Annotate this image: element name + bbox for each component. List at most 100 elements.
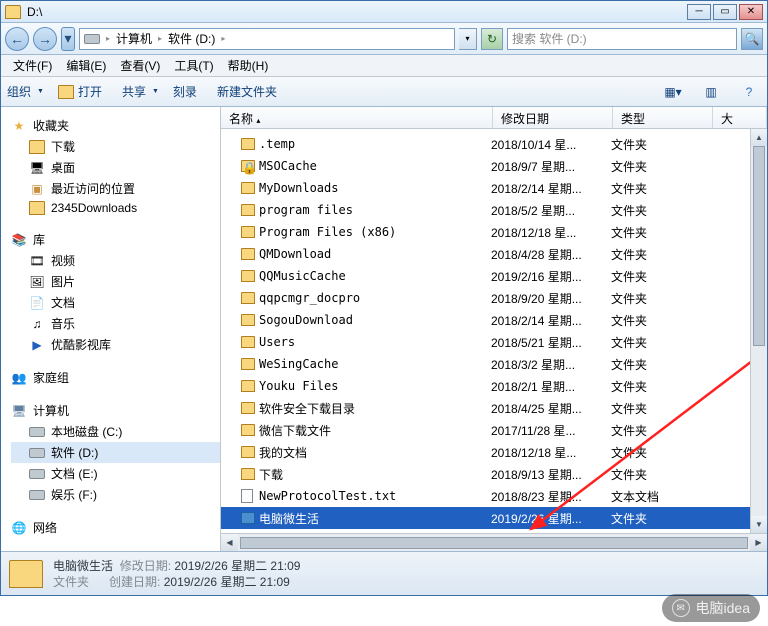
scroll-thumb[interactable] bbox=[753, 146, 765, 346]
folder-icon bbox=[241, 248, 255, 260]
view-mode-button[interactable]: ▦▾ bbox=[661, 82, 685, 102]
status-mod-value: 2019/2/26 星期二 21:09 bbox=[174, 559, 300, 573]
file-row[interactable]: MyDownloads2018/2/14 星期...文件夹 bbox=[221, 177, 767, 199]
col-size[interactable]: 大 bbox=[713, 107, 767, 128]
file-row[interactable]: Users2018/5/21 星期...文件夹 bbox=[221, 331, 767, 353]
folder-icon bbox=[241, 446, 255, 458]
sidebar-computer[interactable]: 🖥计算机 bbox=[11, 400, 220, 421]
vertical-scrollbar[interactable]: ▲ ▼ bbox=[750, 129, 767, 533]
scroll-up-button[interactable]: ▲ bbox=[751, 129, 767, 146]
sidebar-item-drive-e[interactable]: 文档 (E:) bbox=[11, 463, 220, 484]
star-icon: ★ bbox=[11, 119, 27, 133]
menu-file[interactable]: 文件(F) bbox=[7, 55, 58, 76]
col-name[interactable]: 名称 ▴ bbox=[221, 107, 493, 128]
history-dropdown[interactable]: ▾ bbox=[61, 27, 75, 51]
search-button[interactable]: 🔍 bbox=[741, 28, 763, 50]
file-date: 2018/4/25 星期... bbox=[491, 400, 611, 417]
address-dropdown[interactable]: ▾ bbox=[459, 28, 477, 50]
menu-view[interactable]: 查看(V) bbox=[114, 55, 166, 76]
refresh-button[interactable]: ↻ bbox=[481, 28, 503, 50]
breadcrumb-current[interactable]: 软件 (D:) bbox=[168, 30, 215, 47]
minimize-button[interactable]: ─ bbox=[687, 4, 711, 20]
sidebar-item-video[interactable]: 🎞视频 bbox=[11, 250, 220, 271]
file-name: 电脑微生活 bbox=[259, 510, 491, 527]
file-type: 文件夹 bbox=[611, 444, 711, 461]
file-row[interactable]: Youku Files2018/2/1 星期...文件夹 bbox=[221, 375, 767, 397]
close-button[interactable]: ✕ bbox=[739, 4, 763, 20]
file-date: 2018/5/21 星期... bbox=[491, 334, 611, 351]
file-row[interactable]: .temp2018/10/14 星...文件夹 bbox=[221, 133, 767, 155]
file-row[interactable]: 我的文档2018/12/18 星...文件夹 bbox=[221, 441, 767, 463]
sidebar-item-recent[interactable]: ▣最近访问的位置 bbox=[11, 178, 220, 199]
horizontal-scrollbar[interactable]: ◀ ▶ bbox=[221, 533, 767, 551]
sidebar-item-docs[interactable]: 📄文档 bbox=[11, 292, 220, 313]
file-row[interactable]: 电脑微生活2019/2/26 星期...文件夹 bbox=[221, 507, 767, 529]
status-mod-label: 修改日期: bbox=[120, 559, 171, 573]
share-button[interactable]: 共享 bbox=[122, 83, 159, 100]
file-type: 文件夹 bbox=[611, 202, 711, 219]
file-name: qqpcmgr_docpro bbox=[259, 291, 491, 305]
sidebar-item-2345[interactable]: 2345Downloads bbox=[11, 199, 220, 217]
file-row[interactable]: QMDownload2018/4/28 星期...文件夹 bbox=[221, 243, 767, 265]
help-button[interactable]: ? bbox=[737, 82, 761, 102]
sidebar-item-youku[interactable]: ▶优酷影视库 bbox=[11, 334, 220, 355]
sidebar-item-downloads[interactable]: 下载 bbox=[11, 136, 220, 157]
scroll-down-button[interactable]: ▼ bbox=[751, 516, 767, 533]
folder-icon bbox=[241, 358, 255, 370]
col-date[interactable]: 修改日期 bbox=[493, 107, 613, 128]
sidebar-item-drive-d[interactable]: 软件 (D:) bbox=[11, 442, 220, 463]
back-button[interactable]: ← bbox=[5, 27, 29, 51]
sidebar-item-music[interactable]: ♫音乐 bbox=[11, 313, 220, 334]
file-type: 文件夹 bbox=[611, 334, 711, 351]
file-row[interactable]: program files2018/5/2 星期...文件夹 bbox=[221, 199, 767, 221]
file-row[interactable]: SogouDownload2018/2/14 星期...文件夹 bbox=[221, 309, 767, 331]
file-list[interactable]: .temp2018/10/14 星...文件夹🔒MSOCache2018/9/7… bbox=[221, 129, 767, 533]
menu-tools[interactable]: 工具(T) bbox=[168, 55, 219, 76]
sidebar-favorites[interactable]: ★收藏夹 bbox=[11, 115, 220, 136]
col-type[interactable]: 类型 bbox=[613, 107, 713, 128]
newfolder-button[interactable]: 新建文件夹 bbox=[217, 83, 283, 100]
address-bar[interactable]: ▸ 计算机 ▸ 软件 (D:) ▸ bbox=[79, 28, 455, 50]
file-row[interactable]: 下载2018/9/13 星期...文件夹 bbox=[221, 463, 767, 485]
sidebar-item-desktop[interactable]: 🖥桌面 bbox=[11, 157, 220, 178]
file-row[interactable]: NewProtocolTest.txt2018/8/23 星期...文本文档 bbox=[221, 485, 767, 507]
file-row[interactable]: qqpcmgr_docpro2018/9/20 星期...文件夹 bbox=[221, 287, 767, 309]
file-row[interactable]: QQMusicCache2019/2/16 星期...文件夹 bbox=[221, 265, 767, 287]
scroll-left-button[interactable]: ◀ bbox=[221, 534, 238, 551]
breadcrumb-root[interactable]: 计算机 bbox=[116, 30, 152, 47]
document-icon: 📄 bbox=[29, 296, 45, 310]
chevron-icon: ▸ bbox=[221, 34, 225, 43]
sidebar-libraries[interactable]: 📚库 bbox=[11, 229, 220, 250]
forward-button[interactable]: → bbox=[33, 27, 57, 51]
folder-icon bbox=[241, 138, 255, 150]
file-row[interactable]: 微信下载文件2017/11/28 星...文件夹 bbox=[221, 419, 767, 441]
drive-icon bbox=[29, 448, 45, 458]
scroll-thumb[interactable] bbox=[240, 537, 748, 549]
file-icon bbox=[241, 489, 253, 503]
menu-help[interactable]: 帮助(H) bbox=[222, 55, 275, 76]
file-row[interactable]: WeSingCache2018/3/2 星期...文件夹 bbox=[221, 353, 767, 375]
burn-button[interactable]: 刻录 bbox=[173, 83, 203, 100]
scroll-right-button[interactable]: ▶ bbox=[750, 534, 767, 551]
sidebar-homegroup[interactable]: 👥家庭组 bbox=[11, 367, 220, 388]
preview-pane-button[interactable]: ▥ bbox=[699, 82, 723, 102]
folder-lock-icon: 🔒 bbox=[241, 160, 255, 172]
sidebar-item-drive-c[interactable]: 本地磁盘 (C:) bbox=[11, 421, 220, 442]
sidebar-network[interactable]: 🌐网络 bbox=[11, 517, 220, 538]
search-input[interactable]: 搜索 软件 (D:) bbox=[507, 28, 737, 50]
watermark: ✉ 电脑idea bbox=[662, 594, 760, 622]
organize-button[interactable]: 组织 bbox=[7, 83, 44, 100]
sidebar-item-pictures[interactable]: 🖼图片 bbox=[11, 271, 220, 292]
library-icon: 📚 bbox=[11, 233, 27, 247]
sidebar-item-drive-f[interactable]: 娱乐 (F:) bbox=[11, 484, 220, 505]
folder-icon bbox=[241, 314, 255, 326]
drive-icon bbox=[84, 34, 100, 44]
file-type: 文件夹 bbox=[611, 136, 711, 153]
file-row[interactable]: 软件安全下载目录2018/4/25 星期...文件夹 bbox=[221, 397, 767, 419]
maximize-button[interactable]: ▭ bbox=[713, 4, 737, 20]
file-row[interactable]: Program Files (x86)2018/12/18 星...文件夹 bbox=[221, 221, 767, 243]
file-row[interactable]: 🔒MSOCache2018/9/7 星期...文件夹 bbox=[221, 155, 767, 177]
folder-icon bbox=[9, 560, 43, 588]
open-button[interactable]: 打开 bbox=[58, 83, 108, 100]
menu-edit[interactable]: 编辑(E) bbox=[60, 55, 112, 76]
